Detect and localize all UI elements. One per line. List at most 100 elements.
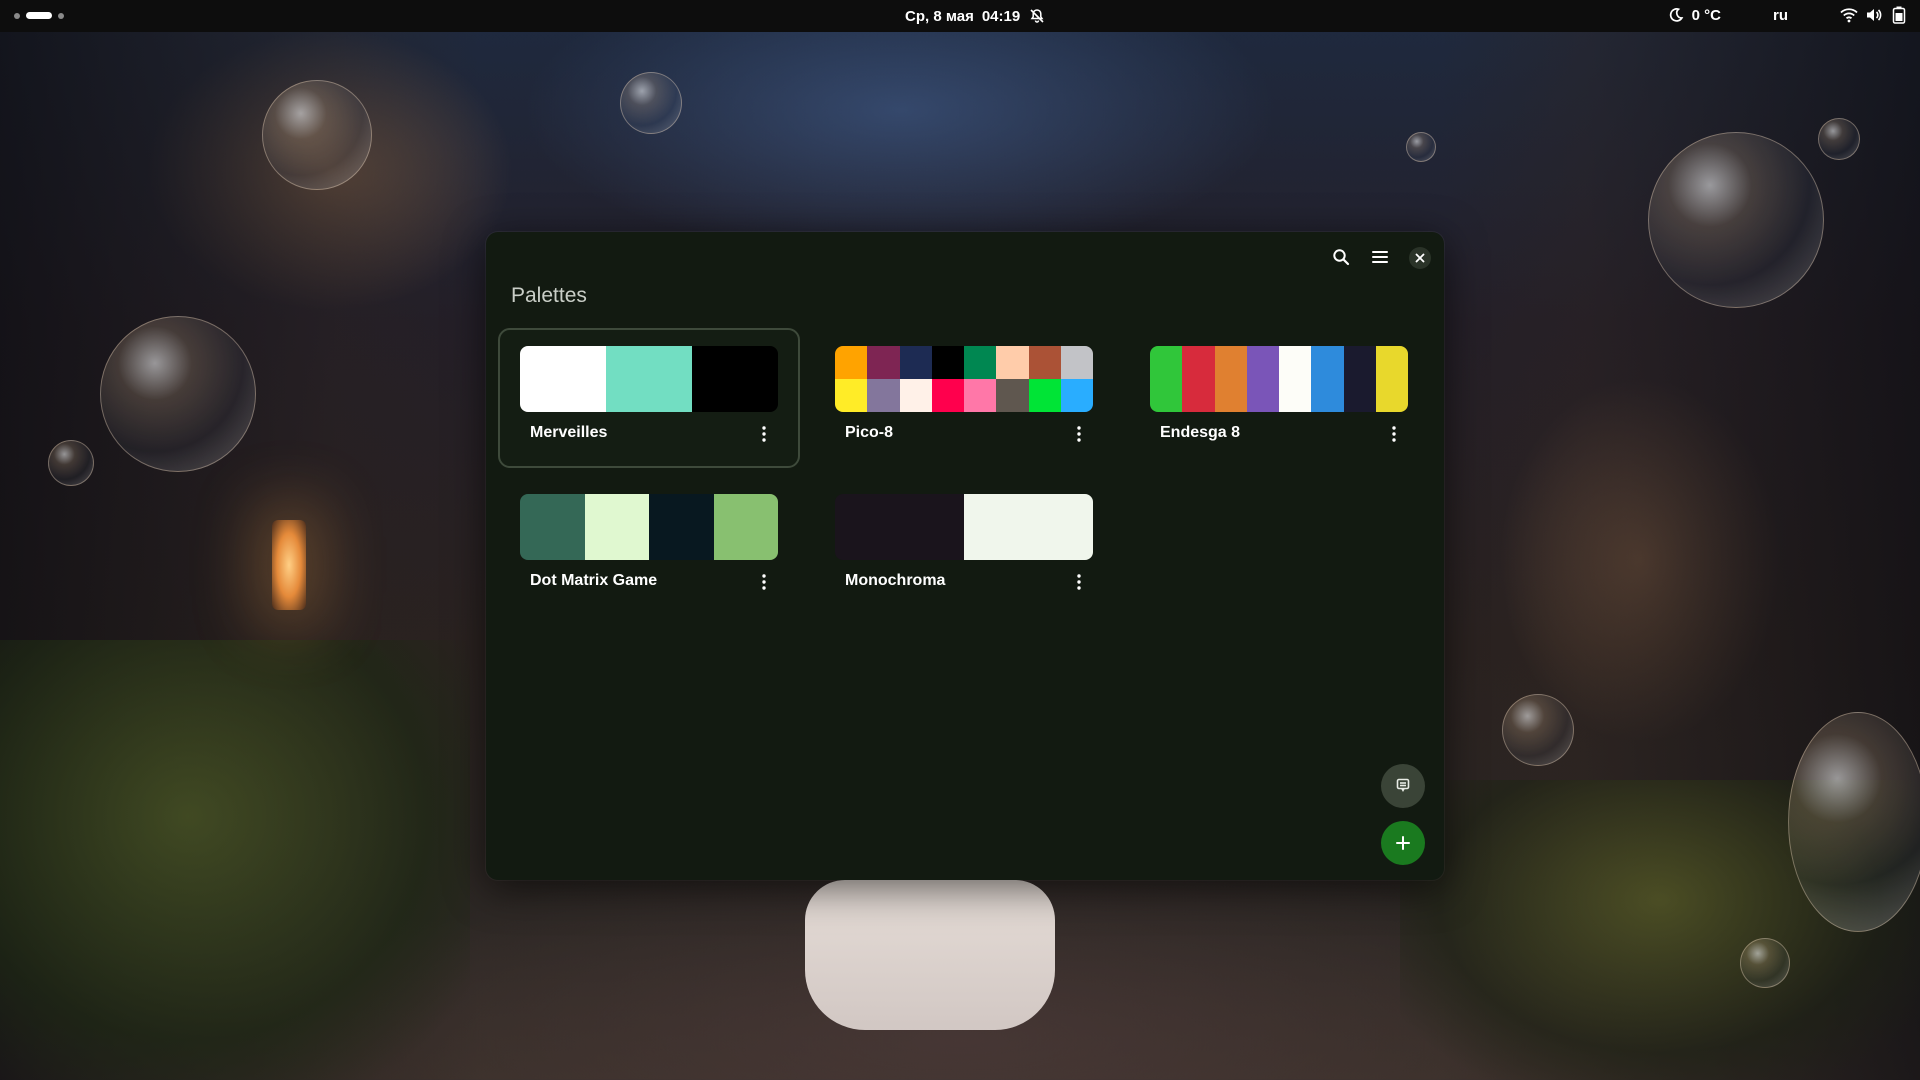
- menu-icon: [1372, 251, 1388, 263]
- color-swatch: [1279, 346, 1312, 412]
- bell-off-icon: [1028, 7, 1046, 25]
- search-icon: [1333, 249, 1350, 266]
- wallpaper-lamp: [272, 520, 306, 610]
- palette-picker-icon: [1396, 778, 1410, 792]
- color-swatch: [692, 346, 778, 412]
- wallpaper-foliage-left: [0, 640, 470, 1080]
- plus-icon: [1396, 836, 1410, 850]
- palette-card-merveilles[interactable]: Merveilles: [498, 328, 800, 468]
- clock-time: 04:19: [981, 7, 1021, 25]
- moon-icon: [1667, 6, 1685, 24]
- more-vertical-icon: [762, 426, 766, 442]
- more-vertical-icon: [1392, 426, 1396, 442]
- color-swatch: [964, 494, 1093, 560]
- color-swatch: [835, 494, 964, 560]
- wallpaper-bubble: [620, 72, 682, 134]
- color-swatch: [520, 346, 606, 412]
- top-bar: Ср, 8 мая 04:19 0 °C ru: [0, 0, 1920, 32]
- clock[interactable]: Ср, 8 мая 04:19: [905, 7, 1046, 25]
- color-swatch: [835, 379, 868, 412]
- color-swatch: [606, 346, 692, 412]
- color-swatch: [1246, 346, 1279, 412]
- palette-swatches: [520, 346, 778, 412]
- status-menu[interactable]: [1840, 6, 1908, 24]
- temperature-label: 0 °C: [1691, 6, 1721, 24]
- close-button[interactable]: [1409, 247, 1431, 269]
- system-tray[interactable]: 0 °C ru: [1667, 6, 1908, 24]
- add-palette-button[interactable]: [1381, 821, 1425, 865]
- color-swatch: [1028, 346, 1061, 379]
- color-swatch: [1182, 346, 1215, 412]
- color-swatch: [867, 379, 900, 412]
- weather[interactable]: 0 °C: [1667, 6, 1721, 24]
- workspace-indicator[interactable]: [14, 12, 64, 19]
- workspace-dot[interactable]: [58, 12, 64, 19]
- keyboard-layout[interactable]: ru: [1773, 7, 1788, 24]
- wallpaper-bubble: [1502, 694, 1574, 766]
- palette-card-dot-matrix-game[interactable]: Dot Matrix Game: [498, 476, 800, 616]
- color-swatch: [1375, 346, 1408, 412]
- palette-options-button[interactable]: [750, 420, 778, 448]
- palette-swatches: [520, 494, 778, 560]
- color-swatch: [867, 346, 900, 379]
- color-swatch: [964, 379, 997, 412]
- search-button[interactable]: [1324, 240, 1358, 274]
- palettes-window: Palettes Merveilles Pico-8 Endesga 8 Dot…: [486, 232, 1444, 880]
- main-menu-button[interactable]: [1363, 240, 1397, 274]
- color-swatch: [1060, 379, 1093, 412]
- wallpaper-figure: [805, 880, 1055, 1030]
- palette-name: Merveilles: [530, 424, 608, 441]
- wallpaper-bubble: [262, 80, 372, 190]
- battery-icon: [1890, 6, 1908, 24]
- palette-name: Endesga 8: [1160, 424, 1241, 441]
- color-swatch: [713, 494, 778, 560]
- palette-options-button[interactable]: [1065, 420, 1093, 448]
- more-vertical-icon: [1077, 426, 1081, 442]
- palette-options-button[interactable]: [750, 568, 778, 596]
- wallpaper-bubble: [1740, 938, 1790, 988]
- color-swatch: [899, 379, 932, 412]
- color-swatch: [649, 494, 714, 560]
- clock-date: Ср, 8 мая: [905, 7, 974, 25]
- wallpaper-bubble: [1648, 132, 1824, 308]
- color-swatch: [899, 346, 932, 379]
- wallpaper-bubble: [1818, 118, 1860, 160]
- color-swatch: [584, 494, 649, 560]
- workspace-dot[interactable]: [14, 12, 20, 19]
- color-swatch: [1060, 346, 1093, 379]
- palette-options-button[interactable]: [1065, 568, 1093, 596]
- palette-name: Pico-8: [845, 424, 894, 441]
- color-swatch: [931, 346, 964, 379]
- color-swatch: [835, 346, 868, 379]
- color-swatch: [996, 346, 1029, 379]
- color-swatch: [1214, 346, 1247, 412]
- color-swatch: [964, 346, 997, 379]
- palette-options-button[interactable]: [1380, 420, 1408, 448]
- color-swatch: [931, 379, 964, 412]
- more-vertical-icon: [762, 574, 766, 590]
- palette-swatches: [835, 494, 1093, 560]
- close-icon: [1415, 253, 1425, 263]
- wallpaper-bubble: [1406, 132, 1436, 162]
- color-swatch: [1028, 379, 1061, 412]
- palette-swatches: [1150, 346, 1408, 412]
- wifi-icon: [1840, 6, 1858, 24]
- palette-name: Dot Matrix Game: [530, 572, 658, 589]
- palette-card-pico-8[interactable]: Pico-8: [813, 328, 1115, 468]
- more-vertical-icon: [1077, 574, 1081, 590]
- color-swatch: [520, 494, 585, 560]
- wallpaper-bubble: [48, 440, 94, 486]
- workspace-active[interactable]: [26, 12, 52, 19]
- page-title: Palettes: [511, 284, 587, 307]
- pick-color-button[interactable]: [1381, 764, 1425, 808]
- color-swatch: [1343, 346, 1376, 412]
- palette-card-endesga-8[interactable]: Endesga 8: [1128, 328, 1430, 468]
- color-swatch: [1150, 346, 1183, 412]
- volume-icon: [1865, 6, 1883, 24]
- wallpaper-bubble: [1788, 712, 1920, 932]
- palette-card-monochroma[interactable]: Monochroma: [813, 476, 1115, 616]
- color-swatch: [996, 379, 1029, 412]
- palette-swatches: [835, 346, 1093, 412]
- palette-name: Monochroma: [845, 572, 946, 589]
- wallpaper-bubble: [100, 316, 256, 472]
